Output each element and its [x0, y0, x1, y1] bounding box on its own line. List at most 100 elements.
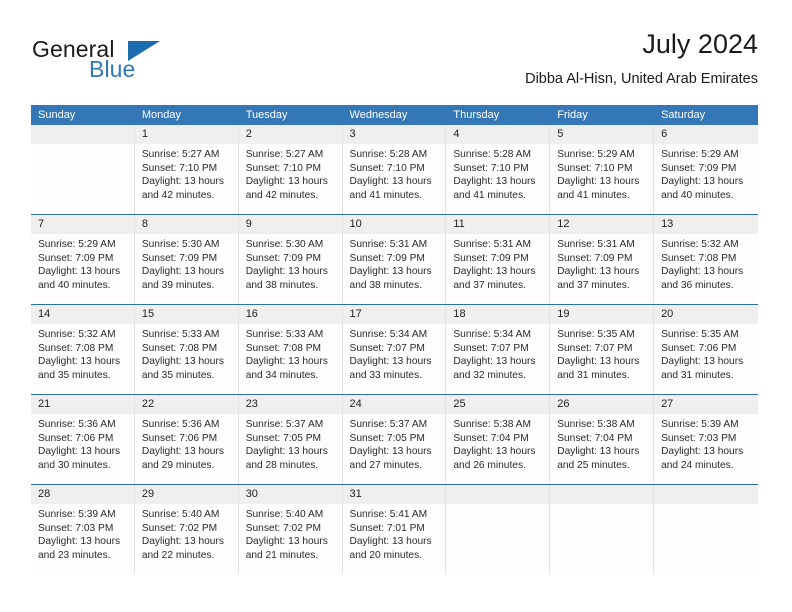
day-detail-line: Sunrise: 5:28 AM	[349, 149, 428, 160]
day-number-band: 19	[550, 305, 654, 324]
calendar-day-cell[interactable]: 6 Sunrise: 5:29 AM Sunset: 7:09 PM Daylight…	[654, 125, 758, 214]
calendar-day-cell[interactable]: 13 Sunrise: 5:32 AM Sunset: 7:08 PM Dayligh…	[654, 215, 758, 304]
day-detail-body: Sunrise: 5:35 AM Sunset: 7:06 PM Daylight:…	[654, 324, 758, 382]
calendar-day-cell[interactable]: 22 Sunrise: 5:36 AM Sunset: 7:06 PM Dayligh…	[134, 395, 239, 484]
calendar-day-cell-empty	[654, 485, 758, 574]
day-number: 3	[349, 128, 356, 140]
day-number-band: 22	[134, 395, 238, 414]
calendar-day-cell[interactable]: 27 Sunrise: 5:39 AM Sunset: 7:03 PM Dayligh…	[654, 395, 758, 484]
day-detail-line: Sunset: 7:05 PM	[245, 432, 322, 444]
weekday-header-label: Sunday	[38, 109, 76, 121]
day-detail-body	[654, 504, 758, 508]
day-number: 2	[245, 128, 252, 140]
day-detail-line: Sunset: 7:07 PM	[453, 342, 529, 354]
day-number: 21	[38, 398, 51, 410]
day-detail-line: Sunrise: 5:30 AM	[141, 239, 220, 250]
day-detail-line: Daylight: 13 hours	[349, 446, 432, 458]
day-detail-body: Sunrise: 5:32 AM Sunset: 7:08 PM Daylight:…	[31, 324, 134, 382]
calendar-day-cell[interactable]: 24 Sunrise: 5:37 AM Sunset: 7:05 PM Dayligh…	[342, 395, 447, 484]
calendar-day-cell[interactable]: 26 Sunrise: 5:38 AM Sunset: 7:04 PM Dayligh…	[550, 395, 655, 484]
general-blue-logo[interactable]: General Blue	[31, 28, 231, 86]
day-detail-line: and 31 minutes.	[557, 369, 630, 381]
day-detail-line: and 41 minutes.	[453, 189, 526, 201]
day-number: 7	[38, 218, 45, 230]
day-detail-line: Sunset: 7:03 PM	[38, 522, 114, 534]
calendar-day-cell[interactable]: 12 Sunrise: 5:31 AM Sunset: 7:09 PM Dayligh…	[550, 215, 655, 304]
day-detail-line: and 38 minutes.	[349, 279, 423, 291]
calendar-day-cell[interactable]: 7 Sunrise: 5:29 AM Sunset: 7:09 PM Daylight…	[31, 215, 135, 304]
day-number-band: 6	[654, 125, 758, 144]
day-number-band	[446, 485, 550, 504]
calendar-day-cell[interactable]: 3 Sunrise: 5:28 AM Sunset: 7:10 PM Daylight…	[342, 125, 447, 214]
calendar-grid: Sunday Monday Tuesday Wednesday Thursday Frid…	[31, 105, 758, 574]
day-number-band	[31, 125, 134, 144]
calendar-day-cell[interactable]: 19 Sunrise: 5:35 AM Sunset: 7:07 PM Dayligh…	[550, 305, 655, 394]
day-detail-body: Sunrise: 5:41 AM Sunset: 7:01 PM Daylight:…	[343, 504, 446, 562]
day-detail-line: Sunset: 7:09 PM	[349, 252, 425, 264]
day-number-band: 9	[238, 215, 342, 234]
day-detail-line: Daylight: 13 hours	[38, 446, 121, 458]
day-number: 18	[453, 308, 466, 320]
day-number-band: 7	[31, 215, 134, 234]
day-detail-line: Sunset: 7:04 PM	[453, 432, 529, 444]
weekday-header-label: Tuesday	[245, 109, 288, 121]
day-detail-body: Sunrise: 5:32 AM Sunset: 7:08 PM Daylight:…	[654, 234, 758, 292]
weekday-header-row: Sunday Monday Tuesday Wednesday Thursday Frid…	[31, 105, 758, 125]
day-number-band: 31	[342, 485, 446, 504]
calendar-day-cell[interactable]: 4 Sunrise: 5:28 AM Sunset: 7:10 PM Daylight…	[446, 125, 551, 214]
day-detail-line: and 40 minutes.	[661, 189, 734, 201]
day-detail-body: Sunrise: 5:31 AM Sunset: 7:09 PM Daylight:…	[446, 234, 549, 292]
day-detail-line: Daylight: 13 hours	[557, 446, 640, 458]
calendar-day-cell[interactable]: 28 Sunrise: 5:39 AM Sunset: 7:03 PM Dayligh…	[31, 485, 135, 574]
day-detail-line: Daylight: 13 hours	[141, 266, 224, 278]
day-number: 8	[141, 218, 148, 230]
day-detail-line: Daylight: 13 hours	[661, 266, 744, 278]
day-number: 13	[661, 218, 674, 230]
calendar-day-cell[interactable]: 5 Sunrise: 5:29 AM Sunset: 7:10 PM Daylight…	[550, 125, 655, 214]
calendar-day-cell[interactable]: 30 Sunrise: 5:40 AM Sunset: 7:02 PM Dayligh…	[238, 485, 343, 574]
day-number: 4	[453, 128, 460, 140]
day-detail-line: Sunrise: 5:32 AM	[661, 239, 739, 250]
day-detail-line: Daylight: 13 hours	[245, 356, 328, 368]
day-number-band: 15	[134, 305, 238, 324]
day-detail-body	[446, 504, 549, 508]
calendar-day-cell[interactable]: 10 Sunrise: 5:31 AM Sunset: 7:09 PM Dayligh…	[342, 215, 447, 304]
day-number: 17	[349, 308, 362, 320]
day-detail-line: and 30 minutes.	[38, 459, 111, 471]
calendar-day-cell[interactable]: 16 Sunrise: 5:33 AM Sunset: 7:08 PM Dayligh…	[238, 305, 343, 394]
day-detail-body: Sunrise: 5:27 AM Sunset: 7:10 PM Daylight:…	[135, 144, 238, 202]
day-detail-line: and 37 minutes.	[453, 279, 526, 291]
day-detail-line: Sunset: 7:01 PM	[349, 522, 425, 534]
day-number: 15	[141, 308, 155, 320]
calendar-day-cell[interactable]: 2 Sunrise: 5:27 AM Sunset: 7:10 PM Daylight…	[238, 125, 343, 214]
day-detail-line: and 42 minutes.	[141, 189, 215, 201]
calendar-day-cell[interactable]: 21 Sunrise: 5:36 AM Sunset: 7:06 PM Dayligh…	[31, 395, 135, 484]
calendar-day-cell[interactable]: 1 Sunrise: 5:27 AM Sunset: 7:10 PM Daylight…	[134, 125, 239, 214]
day-detail-line: Sunset: 7:06 PM	[38, 432, 114, 444]
day-detail-body: Sunrise: 5:30 AM Sunset: 7:09 PM Daylight:…	[239, 234, 342, 292]
calendar-day-cell[interactable]: 25 Sunrise: 5:38 AM Sunset: 7:04 PM Dayligh…	[446, 395, 551, 484]
day-detail-line: Sunrise: 5:33 AM	[141, 329, 220, 340]
page-title: July 2024	[642, 29, 758, 59]
day-detail-line: Sunset: 7:10 PM	[245, 162, 322, 174]
calendar-week-row: 28 Sunrise: 5:39 AM Sunset: 7:03 PM Dayligh…	[31, 484, 758, 574]
calendar-day-cell[interactable]: 31 Sunrise: 5:41 AM Sunset: 7:01 PM Dayligh…	[342, 485, 447, 574]
day-detail-body: Sunrise: 5:35 AM Sunset: 7:07 PM Daylight:…	[550, 324, 653, 382]
calendar-day-cell[interactable]: 29 Sunrise: 5:40 AM Sunset: 7:02 PM Dayligh…	[134, 485, 239, 574]
day-detail-line: Daylight: 13 hours	[38, 356, 121, 368]
calendar-day-cell[interactable]: 23 Sunrise: 5:37 AM Sunset: 7:05 PM Dayligh…	[238, 395, 343, 484]
calendar-day-cell[interactable]: 15 Sunrise: 5:33 AM Sunset: 7:08 PM Dayligh…	[134, 305, 239, 394]
day-number: 22	[141, 398, 155, 410]
day-number-band: 21	[31, 395, 134, 414]
day-detail-line: Sunrise: 5:35 AM	[557, 329, 635, 340]
day-detail-line: Sunrise: 5:27 AM	[245, 149, 324, 160]
calendar-day-cell[interactable]: 20 Sunrise: 5:35 AM Sunset: 7:06 PM Dayligh…	[654, 305, 758, 394]
calendar-day-cell[interactable]: 17 Sunrise: 5:34 AM Sunset: 7:07 PM Dayligh…	[342, 305, 447, 394]
day-number-band: 13	[654, 215, 758, 234]
calendar-day-cell[interactable]: 14 Sunrise: 5:32 AM Sunset: 7:08 PM Dayligh…	[31, 305, 135, 394]
calendar-day-cell[interactable]: 9 Sunrise: 5:30 AM Sunset: 7:09 PM Daylight…	[238, 215, 343, 304]
day-number-band: 1	[134, 125, 238, 144]
calendar-day-cell[interactable]: 18 Sunrise: 5:34 AM Sunset: 7:07 PM Dayligh…	[446, 305, 551, 394]
calendar-day-cell[interactable]: 11 Sunrise: 5:31 AM Sunset: 7:09 PM Dayligh…	[446, 215, 551, 304]
calendar-day-cell[interactable]: 8 Sunrise: 5:30 AM Sunset: 7:09 PM Daylight…	[134, 215, 239, 304]
